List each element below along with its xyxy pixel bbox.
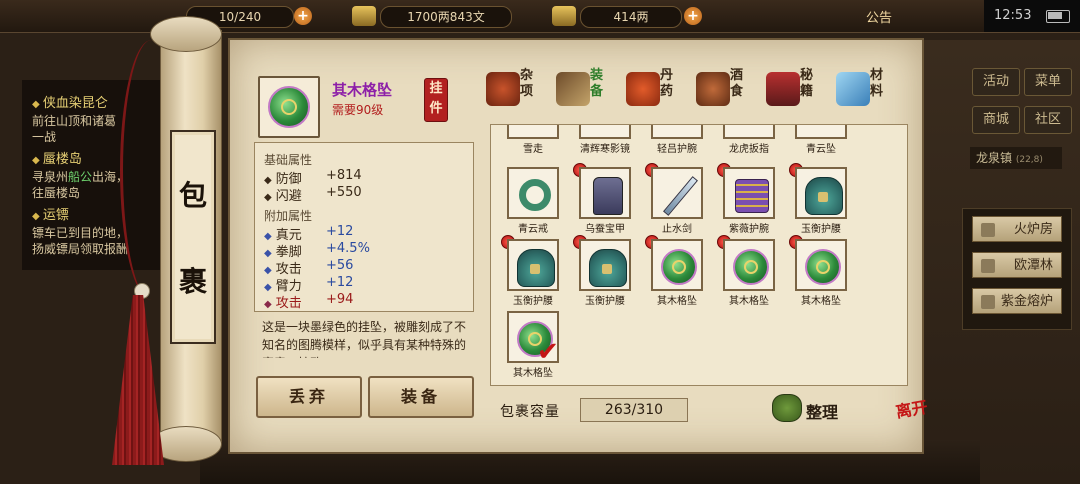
- sword-icon: [663, 176, 698, 216]
- community-button[interactable]: 社区: [1024, 106, 1072, 134]
- silver-icon: [352, 6, 376, 26]
- location-display: 龙泉镇 (22,8): [970, 147, 1062, 169]
- quest-desc: 镖车已到目的地，: [32, 226, 129, 240]
- gold-display: 414两: [580, 6, 682, 28]
- item-type-badge: 挂件: [424, 78, 448, 122]
- grid-cell-selected[interactable]: ✔ 其木格坠: [505, 311, 561, 379]
- clock: 12:53: [994, 8, 1032, 23]
- facility-button[interactable]: 欧潭林: [972, 252, 1062, 278]
- notice-button[interactable]: 公告: [866, 7, 892, 26]
- quest-title[interactable]: 蜃楼岛: [32, 148, 82, 167]
- battery-icon: [1046, 10, 1070, 23]
- ring-icon: [519, 179, 551, 211]
- belt-icon: [517, 249, 555, 287]
- add-bag-button[interactable]: +: [294, 7, 312, 25]
- equip-button[interactable]: 装备: [368, 376, 474, 418]
- jar-icon: [486, 72, 520, 106]
- npc-link[interactable]: 船公: [68, 170, 92, 184]
- wine-icon: [696, 72, 730, 106]
- attr-row: ◆ 攻击 +94: [264, 292, 354, 311]
- grid-cell[interactable]: 乌蚕宝甲: [573, 163, 633, 235]
- belt-icon: [805, 177, 843, 215]
- grid-cell[interactable]: 玉衡护腰: [501, 235, 561, 307]
- quest-desc: 一战: [32, 130, 57, 144]
- discard-button[interactable]: 丢弃: [256, 376, 362, 418]
- grid-cell[interactable]: 玉衡护腰: [573, 235, 633, 307]
- book-icon: [766, 72, 800, 106]
- grid-cell[interactable]: 青云戒: [505, 167, 561, 235]
- selected-item-slot: [258, 76, 320, 138]
- house-icon: [981, 295, 995, 309]
- belt-icon: [589, 249, 627, 287]
- item-requirement: 需要90级: [332, 103, 384, 117]
- menu-button[interactable]: 菜单: [1024, 68, 1072, 96]
- checkmark-icon: ✔: [537, 337, 559, 367]
- grid-cell[interactable]: 龙虎扳指: [721, 125, 777, 155]
- grid-cell[interactable]: 其木格坠: [789, 235, 849, 307]
- pendant-icon: [733, 249, 769, 285]
- base-attr-title: 基础属性: [264, 153, 313, 167]
- leave-button[interactable]: 离开: [894, 397, 941, 447]
- extra-attr-title: 附加属性: [264, 209, 313, 223]
- attr-row: ◆ 闪避 +550: [264, 185, 362, 204]
- pendant-icon: [268, 86, 310, 128]
- sort-button[interactable]: 整理: [806, 399, 838, 423]
- item-description: 这是一块墨绿色的挂坠，被雕刻成了不知名的图腾模样，似乎具有某种特殊的寓意，挂欧: [262, 320, 467, 358]
- scroll-cap: [150, 16, 222, 52]
- armor-icon: [593, 177, 623, 215]
- grid-cell[interactable]: 玉衡护腰: [789, 163, 849, 235]
- quest-desc: 往蜃楼岛: [32, 186, 81, 200]
- capacity-value: 263/310: [580, 398, 688, 422]
- add-gold-button[interactable]: +: [684, 7, 702, 25]
- weapon-icon: [556, 72, 590, 106]
- grid-cell[interactable]: 雪走: [505, 125, 561, 155]
- capacity-label: 包裹容量: [500, 404, 560, 420]
- item-name: 其木格坠: [332, 81, 393, 99]
- grid-cell[interactable]: 其木格坠: [717, 235, 777, 307]
- facility-button[interactable]: 火炉房: [972, 216, 1062, 242]
- scroll-title: 包 裹: [170, 130, 216, 344]
- grid-cell[interactable]: 止水剑: [645, 163, 705, 235]
- house-icon: [981, 259, 995, 273]
- quest-title[interactable]: 侠血染昆仑: [32, 92, 108, 111]
- inventory-grid[interactable]: 雪走 清辉寒影镜 轻吕护腕 龙虎扳指 青云坠 青云戒 乌蚕宝甲 止水剑 紫薇护腕…: [490, 124, 908, 386]
- crystal-icon: [836, 72, 870, 106]
- red-tassel: [112, 295, 164, 465]
- pill-icon: [626, 72, 660, 106]
- pendant-icon: [661, 249, 697, 285]
- bracer-icon: [735, 179, 769, 213]
- quest-desc: 扬威镖局领取报酬: [32, 242, 129, 256]
- grid-cell[interactable]: 其木格坠: [645, 235, 705, 307]
- grid-cell[interactable]: 清辉寒影镜: [577, 125, 633, 155]
- money-display: 1700两843文: [380, 6, 512, 28]
- grid-cell[interactable]: 青云坠: [793, 125, 849, 155]
- quest-title[interactable]: 运镖: [32, 204, 69, 223]
- grid-cell[interactable]: 紫薇护腕: [717, 163, 777, 235]
- quest-desc: 寻泉州船公出海，: [32, 170, 129, 184]
- pendant-icon: [805, 249, 841, 285]
- house-icon: [981, 223, 995, 237]
- activity-button[interactable]: 活动: [972, 68, 1020, 96]
- money-bag-icon[interactable]: [772, 394, 802, 422]
- grid-cell[interactable]: 轻吕护腕: [649, 125, 705, 155]
- quest-desc: 前往山顶和诸葛: [32, 114, 117, 128]
- facility-button[interactable]: 紫金熔炉: [972, 288, 1062, 314]
- mall-button[interactable]: 商城: [972, 106, 1020, 134]
- gold-icon: [552, 6, 576, 26]
